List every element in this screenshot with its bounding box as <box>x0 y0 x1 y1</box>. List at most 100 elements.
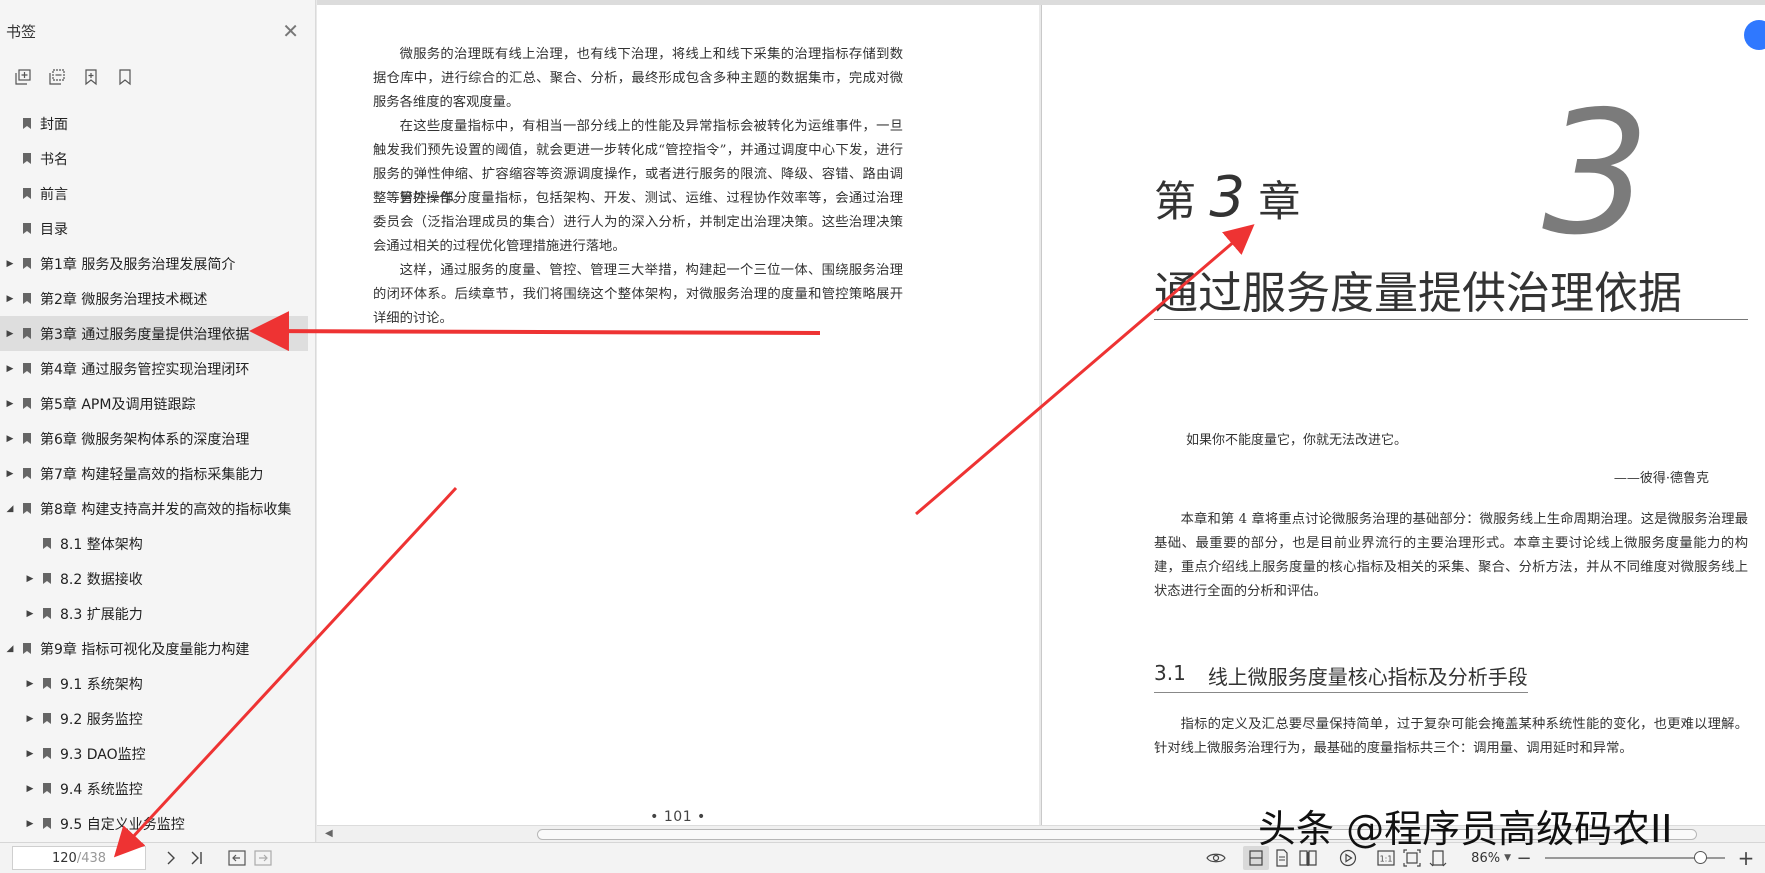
bookmark-label: 目录 <box>40 221 68 238</box>
bookmark-item[interactable]: ▶ 9.4 系统监控 <box>0 771 315 806</box>
back-icon[interactable] <box>224 846 250 870</box>
bookmark-icon <box>43 678 51 689</box>
bookmark-icon <box>43 713 51 724</box>
page-left: 微服务的治理既有线上治理，也有线下治理，将线上和线下采集的治理指标存储到数据仓库… <box>317 5 1039 825</box>
last-page-icon[interactable] <box>184 846 210 870</box>
bookmark-icon <box>43 783 51 794</box>
chapter-big-number: 3 <box>1542 75 1650 273</box>
expand-arrow-icon[interactable]: ▶ <box>24 678 36 690</box>
bookmark-item[interactable]: ▶ 第5章 APM及调用链跟踪 <box>0 386 315 421</box>
bookmark-item[interactable]: ▶ 第7章 构建轻量高效的指标采集能力 <box>0 456 315 491</box>
collapse-arrow-icon[interactable]: ◢ <box>4 643 16 655</box>
collapse-all-icon[interactable] <box>46 66 68 88</box>
zoom-slider-knob[interactable] <box>1693 851 1707 864</box>
section-number: 3.1 <box>1154 661 1186 685</box>
bookmark-item[interactable]: ▶ 9.3 DAO监控 <box>0 736 315 771</box>
bookmark-label: 8.3 扩展能力 <box>60 606 143 623</box>
expand-arrow-icon[interactable]: ▶ <box>4 328 16 340</box>
pdf-reader-window: 书签 ✕ 封面 书名 前言 目录 ▶ 第1章 服务及服务治理发展简介 ▶ 第2章 微服务治理技… <box>0 0 1765 873</box>
svg-text:1:1: 1:1 <box>1380 855 1393 864</box>
bookmark-item[interactable]: ▶ 9.1 系统架构 <box>0 666 315 701</box>
bookmark-item[interactable]: ◢ 第9章 指标可视化及度量能力构建 <box>0 631 315 666</box>
chapter-divider <box>1154 319 1748 320</box>
bookmark-icon <box>23 468 31 479</box>
epigraph-author: ——彼得·德鲁克 <box>1613 471 1709 486</box>
bookmark-item[interactable]: ▶ 第3章 通过服务度量提供治理依据 <box>0 316 308 351</box>
eye-icon[interactable] <box>1203 846 1229 870</box>
bookmark-label: 9.1 系统架构 <box>60 676 143 693</box>
bookmark-item[interactable]: 前言 <box>0 176 315 211</box>
chapter-title: 通过服务度量提供治理依据 <box>1154 268 1682 319</box>
bookmark-label: 第5章 APM及调用链跟踪 <box>40 396 196 413</box>
bookmark-icon <box>43 748 51 759</box>
bookmark-item[interactable]: ◢ 第8章 构建支持高并发的高效的指标收集 <box>0 491 315 526</box>
sidebar-header: 书签 ✕ <box>0 0 315 62</box>
bookmark-label: 9.2 服务监控 <box>60 711 143 728</box>
zoom-in-icon[interactable]: + <box>1733 846 1759 870</box>
scroll-left-icon[interactable]: ◀ <box>325 828 333 839</box>
expand-arrow-icon[interactable]: ▶ <box>24 783 36 795</box>
expand-arrow-icon[interactable]: ▶ <box>4 258 16 270</box>
expand-all-icon[interactable] <box>12 66 34 88</box>
expand-arrow-icon[interactable]: ▶ <box>24 608 36 620</box>
expand-arrow-icon[interactable]: ▶ <box>4 433 16 445</box>
bookmark-item[interactable]: ▶ 第1章 服务及服务治理发展简介 <box>0 246 315 281</box>
bookmark-sidebar: 书签 ✕ 封面 书名 前言 目录 ▶ 第1章 服务及服务治理发展简介 ▶ 第2章 微服务治理技… <box>0 0 316 842</box>
document-view[interactable]: 微服务的治理既有线上治理，也有线下治理，将线上和线下采集的治理指标存储到数据仓库… <box>317 0 1765 842</box>
body-paragraph: 另外一部分度量指标，包括架构、开发、测试、运维、过程协作效率等，会通过治理委员会… <box>373 191 903 254</box>
forward-icon[interactable] <box>250 846 276 870</box>
bookmark-icon <box>43 608 51 619</box>
bookmark-label: 第2章 微服务治理技术概述 <box>40 291 208 308</box>
body-paragraph: 这样，通过服务的度量、管控、管理三大举措，构建起一个三位一体、围绕服务治理的闭环… <box>373 263 903 326</box>
sidebar-toolbar <box>0 62 315 92</box>
total-pages: /438 <box>76 850 107 866</box>
bookmark-icon <box>23 188 31 199</box>
bookmark-item[interactable]: ▶ 第2章 微服务治理技术概述 <box>0 281 315 316</box>
bookmark-item[interactable]: 书名 <box>0 141 315 176</box>
bookmark-icon <box>43 573 51 584</box>
section-heading: 3.1 线上微服务度量核心指标及分析手段 <box>1154 661 1528 693</box>
expand-arrow-icon[interactable]: ▶ <box>4 468 16 480</box>
bookmark-label: 9.3 DAO监控 <box>60 746 146 763</box>
bookmark-item[interactable]: 8.1 整体架构 <box>0 526 315 561</box>
bookmark-item[interactable]: ▶ 9.5 自定义业务监控 <box>0 806 315 841</box>
bookmark-item[interactable]: ▶ 9.2 服务监控 <box>0 701 315 736</box>
bookmark-item[interactable]: ▶ 8.2 数据接收 <box>0 561 315 596</box>
bookmark-label: 封面 <box>40 116 68 133</box>
intro-paragraph: 本章和第 4 章将重点讨论微服务治理的基础部分：微服务线上生命周期治理。这是微服… <box>1154 512 1748 599</box>
chapter-label: 第 3 章 <box>1154 165 1300 230</box>
collapse-arrow-icon[interactable]: ◢ <box>4 503 16 515</box>
expand-arrow-icon[interactable]: ▶ <box>24 818 36 830</box>
bookmark-icon <box>23 643 31 654</box>
bookmark-item[interactable]: 目录 <box>0 211 315 246</box>
section-title: 线上微服务度量核心指标及分析手段 <box>1207 665 1528 689</box>
bookmark-label: 9.5 自定义业务监控 <box>60 816 185 833</box>
add-bookmark-icon[interactable] <box>80 66 102 88</box>
chapter-prefix: 第 <box>1154 177 1197 226</box>
page-input[interactable]: 120/438 <box>12 846 146 870</box>
sidebar-title: 书签 <box>6 22 37 41</box>
chapter-number: 3 <box>1209 165 1246 230</box>
bookmark-item[interactable]: 封面 <box>0 106 315 141</box>
expand-arrow-icon[interactable]: ▶ <box>24 573 36 585</box>
expand-arrow-icon[interactable]: ▶ <box>24 748 36 760</box>
expand-arrow-icon[interactable]: ▶ <box>4 293 16 305</box>
bookmark-label: 9.4 系统监控 <box>60 781 143 798</box>
bookmark-icon[interactable] <box>114 66 136 88</box>
expand-arrow-icon[interactable]: ▶ <box>4 398 16 410</box>
page-right: 第 3 章 3 通过服务度量提供治理依据 如果你不能度量它，你就无法改进它。 —… <box>1041 5 1765 825</box>
bookmark-icon <box>23 328 31 339</box>
expand-arrow-icon[interactable]: ▶ <box>4 363 16 375</box>
expand-arrow-icon[interactable]: ▶ <box>24 713 36 725</box>
close-icon[interactable]: ✕ <box>282 21 299 41</box>
zoom-slider[interactable] <box>1545 851 1725 864</box>
bookmark-item[interactable]: ▶ 第6章 微服务架构体系的深度治理 <box>0 421 315 456</box>
bookmark-item[interactable]: ▶ 第4章 通过服务管控实现治理闭环 <box>0 351 315 386</box>
current-page: 120 <box>51 850 77 866</box>
bookmark-icon <box>23 398 31 409</box>
next-page-icon[interactable] <box>158 846 184 870</box>
bookmark-item[interactable]: ▶ 8.3 扩展能力 <box>0 596 315 631</box>
body-paragraph: 微服务的治理既有线上治理，也有线下治理，将线上和线下采集的治理指标存储到数据仓库… <box>373 47 903 110</box>
